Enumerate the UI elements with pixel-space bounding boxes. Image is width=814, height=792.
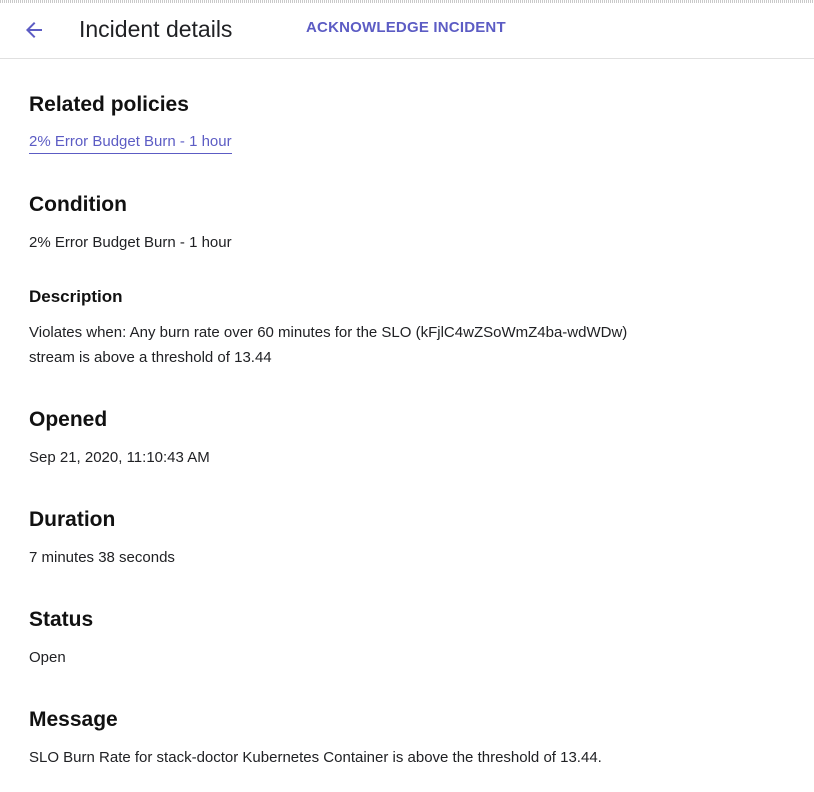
duration-heading: Duration: [29, 508, 116, 531]
back-button[interactable]: [20, 16, 48, 44]
message-value: SLO Burn Rate for stack-doctor Kubernete…: [29, 749, 602, 766]
arrow-back-icon: [26, 22, 42, 38]
duration-value: 7 minutes 38 seconds: [29, 549, 175, 566]
description-heading: Description: [29, 287, 123, 306]
description-line-1: Violates when: Any burn rate over 60 min…: [29, 324, 628, 341]
condition-heading: Condition: [29, 193, 127, 216]
acknowledge-incident-button[interactable]: ACKNOWLEDGE INCIDENT: [306, 18, 506, 38]
incident-details-page: Incident details ACKNOWLEDGE INCIDENT Re…: [0, 0, 814, 792]
status-heading: Status: [29, 608, 94, 631]
opened-value: Sep 21, 2020, 11:10:43 AM: [29, 449, 210, 466]
opened-heading: Opened: [29, 408, 108, 431]
condition-value: 2% Error Budget Burn - 1 hour: [29, 234, 232, 251]
message-heading: Message: [29, 708, 118, 731]
header-bar: Incident details ACKNOWLEDGE INCIDENT: [0, 0, 814, 59]
description-line-2: stream is above a threshold of 13.44: [29, 349, 272, 366]
related-policies-heading: Related policies: [29, 93, 189, 116]
related-policy-link[interactable]: 2% Error Budget Burn - 1 hour: [29, 132, 232, 154]
page-title: Incident details: [79, 16, 233, 42]
status-value: Open: [29, 649, 66, 666]
